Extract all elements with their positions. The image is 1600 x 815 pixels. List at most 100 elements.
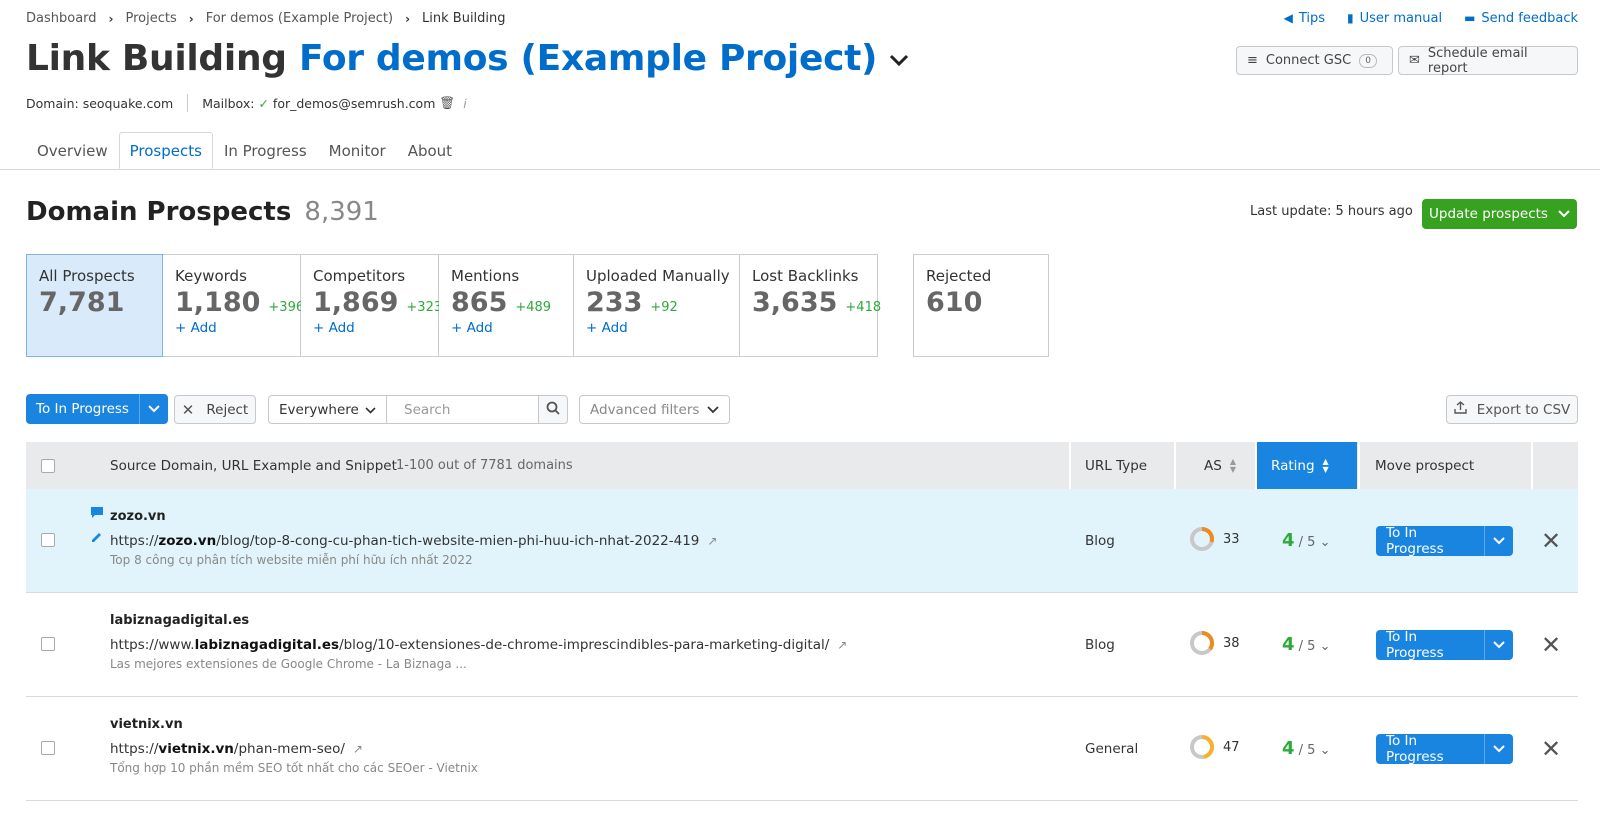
card-lost-backlinks[interactable]: Lost Backlinks 3,635 +418	[740, 254, 881, 357]
delta-badge: +489	[515, 300, 552, 315]
table-header: Source Domain, URL Example and Snippet 1…	[26, 442, 1578, 489]
col-url-type: URL Type	[1069, 442, 1173, 489]
move-to-in-progress-button[interactable]: To In Progress	[1376, 630, 1484, 660]
select-all-checkbox[interactable]	[41, 442, 55, 489]
mailbox-value: for_demos@semrush.com	[272, 95, 436, 111]
col-as[interactable]: AS ▲ ▼	[1174, 442, 1254, 489]
chevron-down-icon[interactable]	[138, 394, 168, 424]
delta-badge: +396	[268, 300, 305, 315]
reject-row-icon[interactable]: ✕	[1541, 735, 1561, 763]
external-link-icon[interactable]: ↗	[707, 534, 717, 548]
row-authority-score: 47	[1189, 734, 1240, 760]
card-competitors[interactable]: Competitors 1,869 +323 + Add	[301, 254, 443, 357]
trash-icon[interactable]: 🗑	[439, 95, 455, 111]
row-snippet: Las mejores extensiones de Google Chrome…	[110, 657, 467, 671]
col-move: Move prospect	[1358, 442, 1530, 489]
tab-overview[interactable]: Overview	[26, 132, 119, 169]
breadcrumb-projects[interactable]: Projects	[125, 11, 176, 26]
update-prospects-button[interactable]: Update prospects	[1422, 199, 1577, 229]
breadcrumb-project[interactable]: For demos (Example Project)	[206, 11, 393, 26]
pencil-icon[interactable]	[90, 531, 103, 548]
breadcrumb-current: Link Building	[422, 11, 506, 26]
project-meta: Domain: seoquake.com Mailbox: ✓ for_demo…	[26, 94, 467, 112]
chevron-down-icon	[365, 402, 376, 418]
col-source: Source Domain, URL Example and Snippet	[110, 457, 397, 474]
card-mentions[interactable]: Mentions 865 +489 + Add	[439, 254, 574, 357]
reject-row-icon[interactable]: ✕	[1541, 631, 1561, 659]
search-input[interactable]: Search	[386, 395, 539, 424]
megaphone-icon: ◀	[1283, 11, 1293, 25]
move-to-in-progress-button[interactable]: To In Progress	[1376, 734, 1484, 764]
range-text: 1-100 out of 7781 domains	[396, 458, 573, 473]
tab-prospects[interactable]: Prospects	[118, 132, 213, 169]
add-mentions-link[interactable]: + Add	[451, 320, 561, 336]
tab-divider	[0, 169, 1600, 170]
chevron-down-icon[interactable]	[889, 48, 909, 73]
chevron-down-icon: ⌄	[1319, 535, 1331, 550]
row-rating[interactable]: 4 / 5 ⌄	[1282, 738, 1331, 759]
card-rejected[interactable]: Rejected 610	[913, 254, 1049, 357]
sort-icon: ▲ ▼	[1322, 456, 1329, 474]
add-manual-link[interactable]: + Add	[586, 320, 727, 336]
connect-gsc-button[interactable]: ≡ Connect GSC 0	[1236, 46, 1393, 75]
chevron-down-icon[interactable]	[1484, 630, 1513, 660]
book-icon: ▮	[1347, 11, 1354, 25]
export-csv-button[interactable]: Export to CSV	[1446, 395, 1578, 424]
row-rating[interactable]: 4 / 5 ⌄	[1282, 530, 1331, 551]
table-row: zozo.vn https://zozo.vn/blog/top-8-cong-…	[26, 489, 1578, 593]
tab-in-progress[interactable]: In Progress	[213, 132, 318, 169]
project-selector[interactable]: For demos (Example Project)	[299, 38, 878, 79]
row-url-type: Blog	[1085, 533, 1115, 549]
card-keywords[interactable]: Keywords 1,180 +396 + Add	[163, 254, 305, 357]
search-button[interactable]	[538, 395, 568, 424]
tab-bar: Overview Prospects In Progress Monitor A…	[26, 132, 463, 169]
external-link-icon[interactable]: ↗	[837, 638, 847, 652]
add-keywords-link[interactable]: + Add	[175, 320, 288, 336]
add-competitors-link[interactable]: + Add	[313, 320, 426, 336]
chevron-down-icon[interactable]	[1484, 734, 1513, 764]
chevron-right-icon: ›	[188, 11, 194, 26]
reject-button[interactable]: ✕ Reject	[174, 395, 256, 424]
schedule-email-report-button[interactable]: ✉ Schedule email report	[1398, 46, 1578, 76]
row-url[interactable]: https://vietnix.vn/phan-mem-seo/↗	[110, 741, 363, 757]
tips-link[interactable]: ◀ Tips	[1284, 11, 1325, 26]
domain-label: Domain:	[26, 95, 79, 111]
tab-monitor[interactable]: Monitor	[318, 132, 397, 169]
row-authority-score: 38	[1189, 630, 1240, 656]
upload-icon	[1454, 401, 1467, 418]
row-checkbox[interactable]	[41, 533, 55, 547]
row-domain: vietnix.vn	[110, 717, 183, 732]
envelope-icon: ✉	[1409, 53, 1420, 68]
comment-icon[interactable]	[90, 506, 104, 523]
category-cards: All Prospects 7,781 Keywords 1,180 +396 +…	[26, 254, 881, 357]
advanced-filters-dropdown[interactable]: Advanced filters	[579, 395, 730, 424]
as-donut	[1190, 735, 1214, 759]
sort-icon: ▲ ▼	[1229, 456, 1236, 474]
col-rating[interactable]: Rating ▲ ▼	[1255, 442, 1357, 489]
move-to-in-progress-button[interactable]: To In Progress	[1376, 526, 1484, 556]
info-icon[interactable]: i	[463, 96, 466, 111]
row-snippet: Tổng hợp 10 phần mềm SEO tốt nhất cho cá…	[110, 761, 478, 775]
reject-row-icon[interactable]: ✕	[1541, 527, 1561, 555]
row-rating[interactable]: 4 / 5 ⌄	[1282, 634, 1331, 655]
chevron-down-icon[interactable]	[1484, 526, 1513, 556]
tab-about[interactable]: About	[397, 132, 463, 169]
close-icon: ✕	[181, 400, 195, 419]
chevron-down-icon: ⌄	[1319, 639, 1331, 654]
scope-select[interactable]: Everywhere	[268, 395, 387, 424]
external-link-icon[interactable]: ↗	[353, 742, 363, 756]
row-url[interactable]: https://www.labiznagadigital.es/blog/10-…	[110, 637, 847, 653]
tool-name: Link Building	[26, 38, 287, 79]
row-checkbox[interactable]	[41, 741, 55, 755]
row-url[interactable]: https://zozo.vn/blog/top-8-cong-cu-phan-…	[110, 533, 717, 549]
delta-badge: +92	[650, 300, 678, 315]
row-checkbox[interactable]	[41, 637, 55, 651]
to-in-progress-button[interactable]: To In Progress	[26, 394, 139, 424]
page-title: Link Building For demos (Example Project…	[26, 38, 909, 79]
send-feedback-link[interactable]: ▬ Send feedback	[1464, 11, 1578, 26]
card-uploaded-manually[interactable]: Uploaded Manually 233 +92 + Add	[574, 254, 740, 357]
delta-badge: +323	[406, 300, 443, 315]
card-all-prospects[interactable]: All Prospects 7,781	[26, 254, 163, 357]
breadcrumb-dashboard[interactable]: Dashboard	[26, 11, 97, 26]
user-manual-link[interactable]: ▮ User manual	[1347, 11, 1442, 26]
